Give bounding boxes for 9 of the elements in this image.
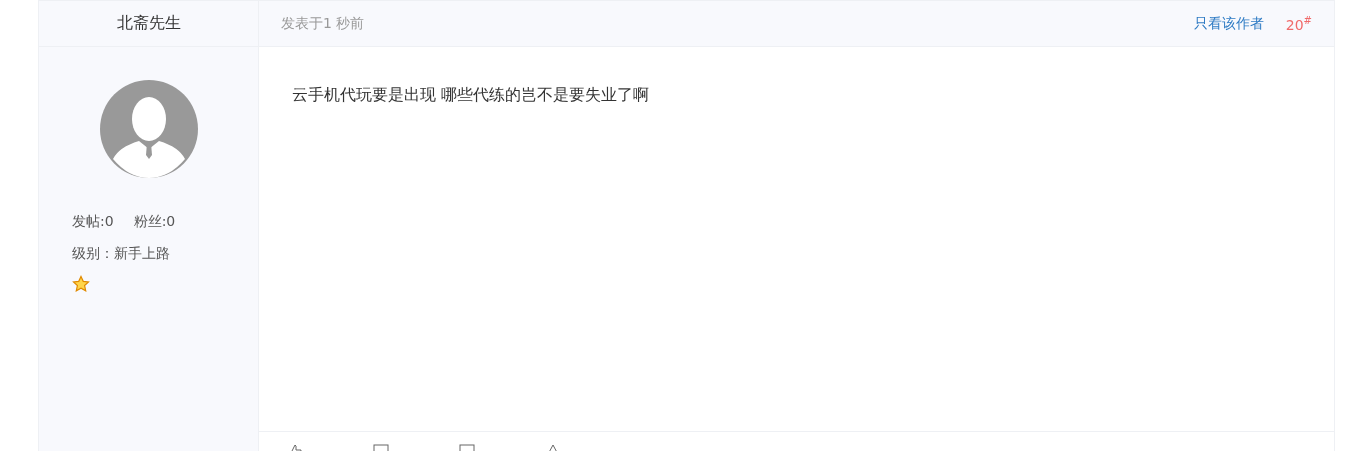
star-icon — [72, 275, 90, 293]
post-count: 发帖:0 — [72, 213, 114, 231]
post-time: 发表于1 秒前 — [281, 14, 366, 33]
post-content: 云手机代玩要是出现 哪些代练的岂不是要失业了啊 — [292, 85, 650, 104]
floor-number: 20$^{#}$ — [1285, 14, 1312, 33]
fan-count: 粉丝:0 — [133, 213, 176, 231]
only-author-link[interactable]: 只看该作者 — [1193, 14, 1264, 33]
user-level: 级别：新手上路 — [72, 245, 171, 263]
author-name: 北斋先生 — [116, 13, 181, 34]
